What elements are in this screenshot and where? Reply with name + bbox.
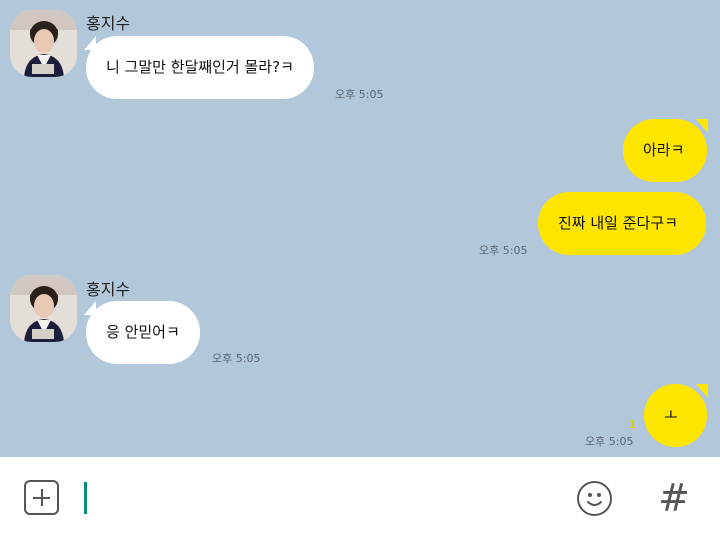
avatar-photo-icon xyxy=(10,275,77,342)
read-count: 1 xyxy=(629,418,636,431)
emoji-icon[interactable] xyxy=(577,481,612,516)
chat-area: 홍지수 니 그말만 한달째인거 몰라?ㅋ 오후 5:05 아라ㅋ 진짜 내일 준… xyxy=(0,0,720,457)
message-bubble[interactable]: 응 안믿어ㅋ xyxy=(86,301,200,364)
message-time: 오후 5:05 xyxy=(212,352,261,365)
bubble-tail xyxy=(696,384,708,398)
sender-avatar[interactable] xyxy=(10,275,77,342)
sender-avatar[interactable] xyxy=(10,10,77,77)
message-bubble[interactable]: 니 그말만 한달째인거 몰라?ㅋ xyxy=(86,36,314,99)
message-bubble[interactable]: 아라ㅋ xyxy=(623,119,707,182)
bubble-tail xyxy=(696,119,708,133)
hashtag-icon[interactable]: # xyxy=(656,476,692,520)
message-time: 오후 5:05 xyxy=(335,88,384,101)
sender-name: 홍지수 xyxy=(86,280,131,299)
smiley-face-icon xyxy=(587,493,602,506)
message-input[interactable] xyxy=(84,482,87,514)
sender-name: 홍지수 xyxy=(86,14,131,33)
message-input-bar xyxy=(0,457,720,541)
plus-icon[interactable] xyxy=(24,480,59,515)
avatar-photo-icon xyxy=(10,10,77,77)
message-bubble[interactable]: 진짜 내일 준다구ㅋ xyxy=(538,192,706,255)
message-time: 오후 5:05 xyxy=(479,244,528,257)
message-time: 오후 5:05 xyxy=(585,435,634,448)
